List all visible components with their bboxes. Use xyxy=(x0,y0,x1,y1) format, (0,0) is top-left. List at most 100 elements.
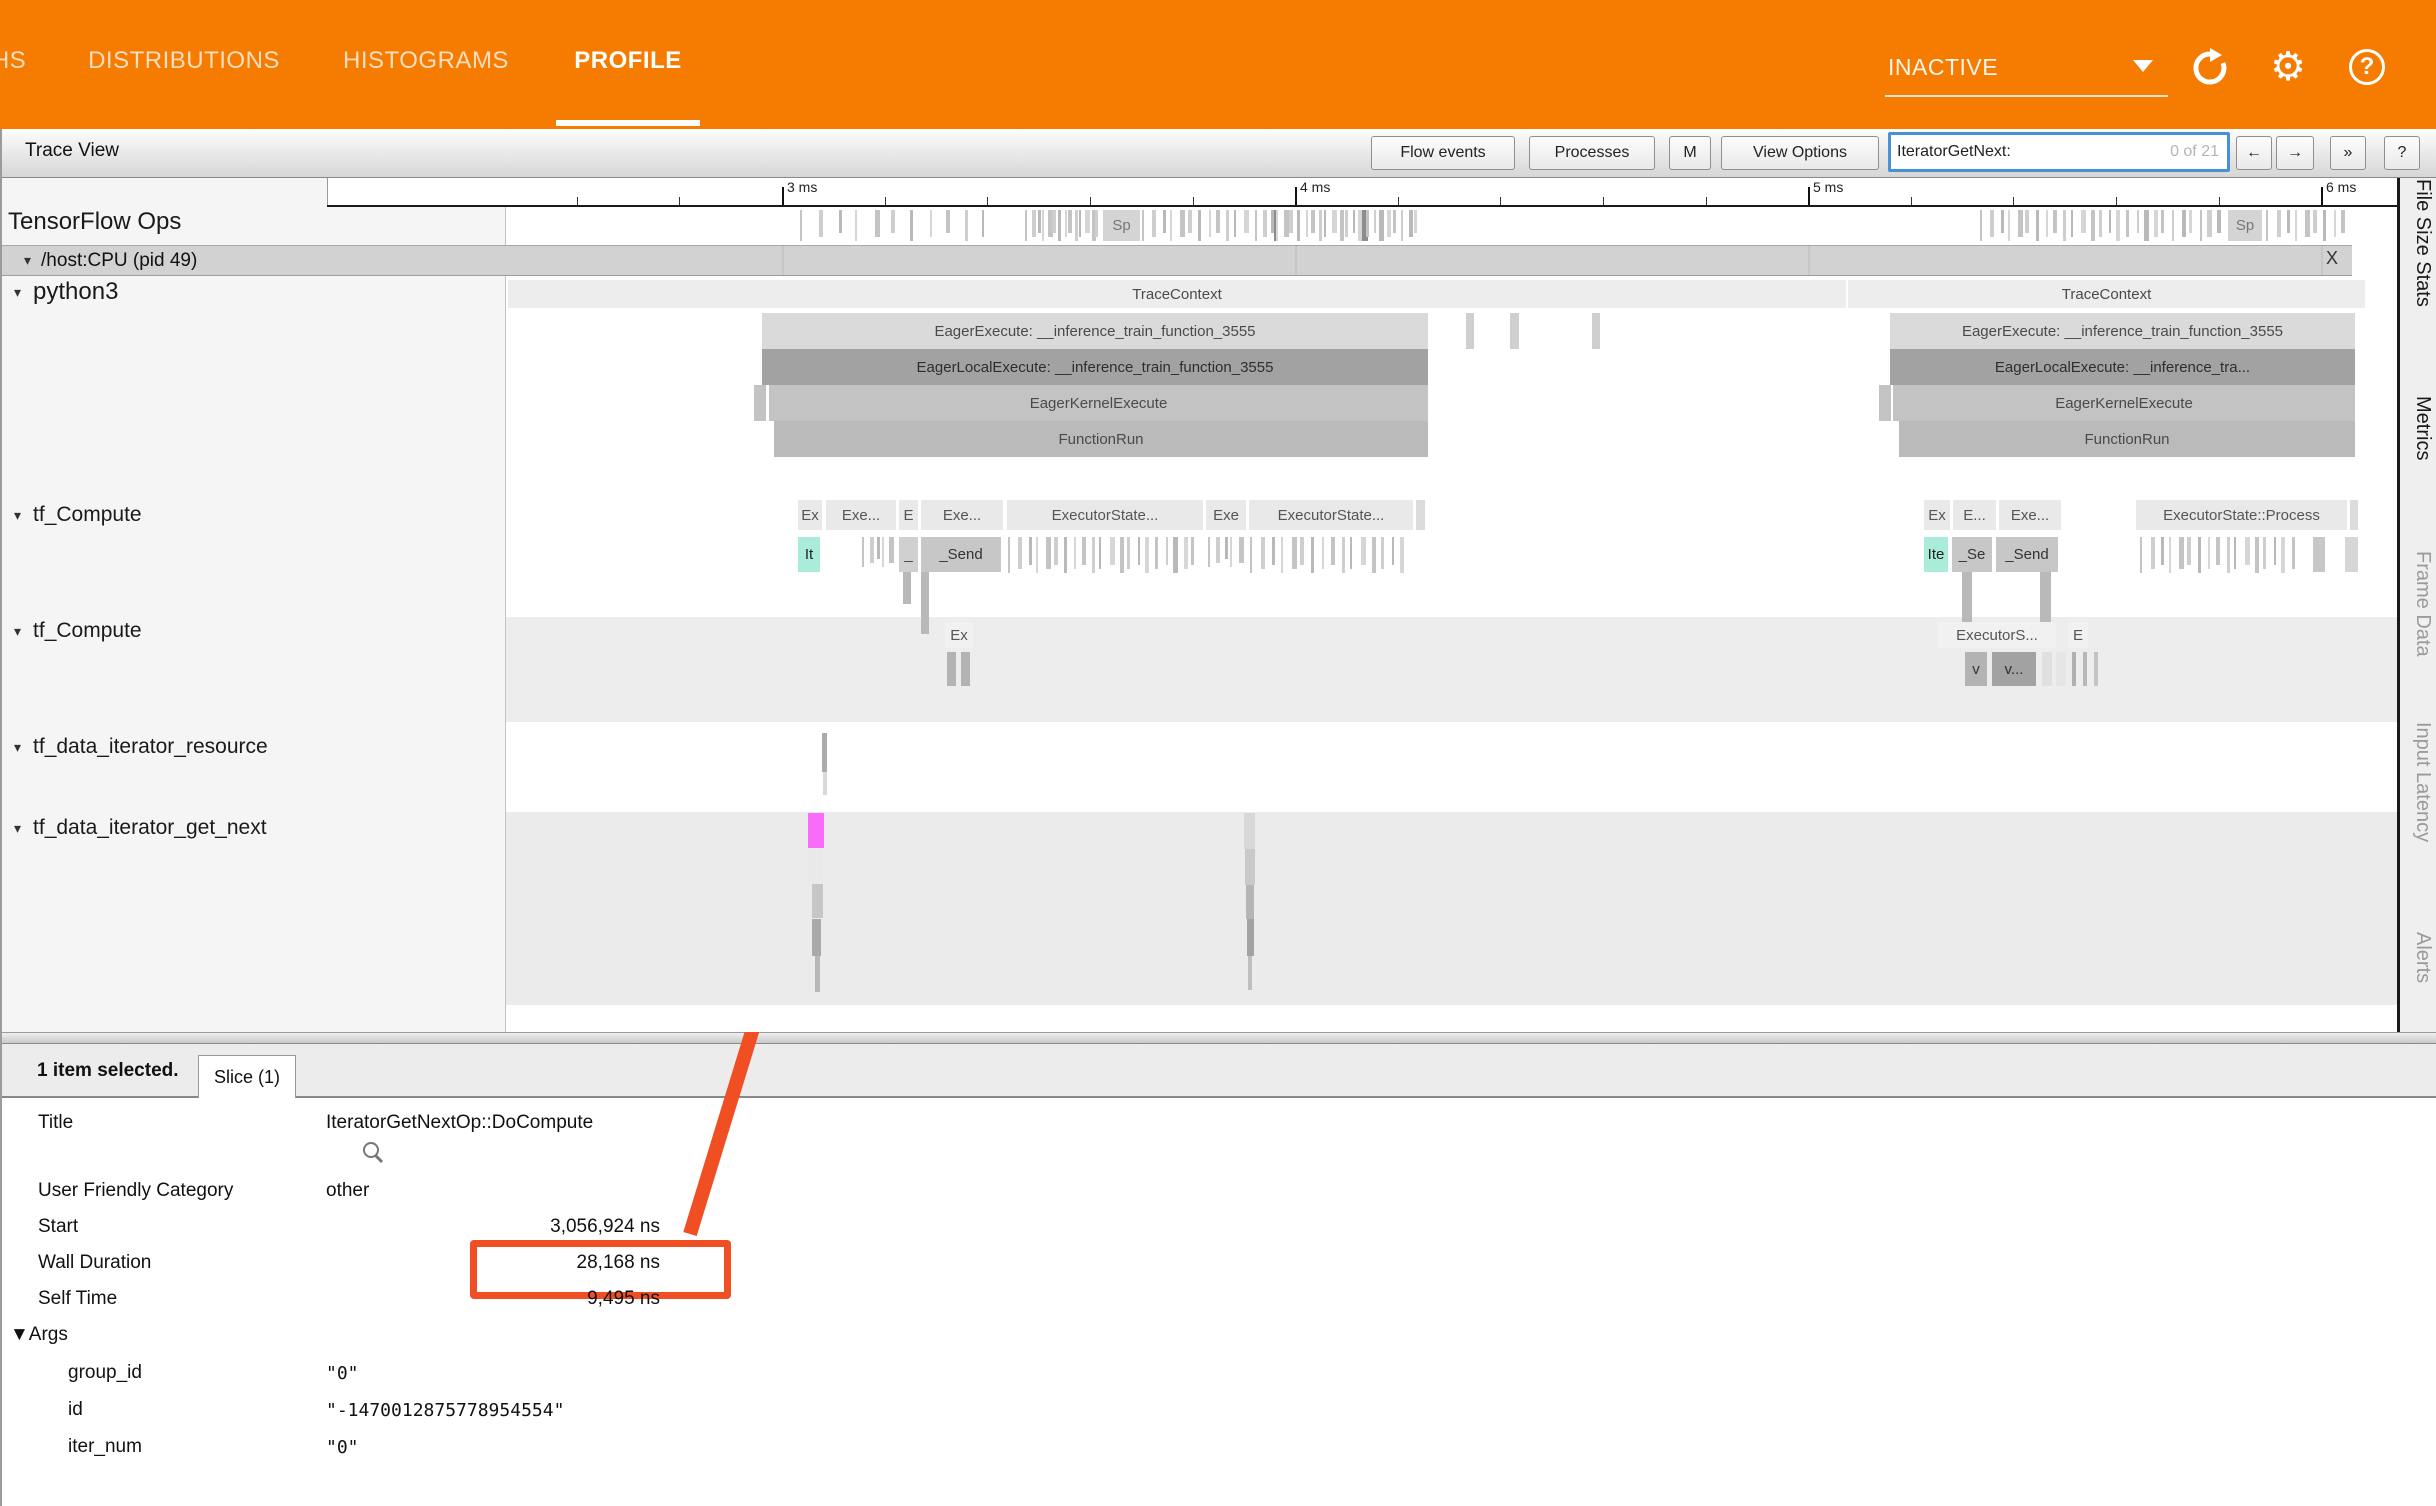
trace-slice[interactable]: v... xyxy=(1992,652,2036,686)
trace-tick-slice[interactable] xyxy=(2071,210,2073,237)
trace-slice[interactable] xyxy=(1244,813,1255,849)
trace-tick-slice[interactable] xyxy=(2018,210,2023,237)
trace-tick-slice[interactable] xyxy=(1331,537,1335,565)
trace-tick-slice[interactable] xyxy=(1085,210,1090,233)
trace-tick-slice[interactable] xyxy=(1075,210,1078,241)
trace-tick-slice[interactable] xyxy=(2207,210,2212,237)
app-tab-histograms[interactable]: HISTOGRAMS xyxy=(327,0,525,122)
trace-tick-slice[interactable] xyxy=(1414,210,1417,233)
trace-tick-slice[interactable] xyxy=(2025,210,2029,233)
trace-slice[interactable]: FunctionRun xyxy=(1899,421,2355,457)
trace-slice[interactable]: EagerLocalExecute: __inference_train_fun… xyxy=(762,349,1428,385)
trace-tick-slice[interactable] xyxy=(2234,537,2236,569)
trace-tick-slice[interactable] xyxy=(1319,210,1322,241)
trace-tick-slice[interactable] xyxy=(2144,210,2149,241)
trace-slice[interactable]: EagerKernelExecute xyxy=(1893,385,2355,421)
trace-slice[interactable] xyxy=(815,956,820,992)
trace-slice[interactable] xyxy=(1245,849,1255,885)
trace-slice[interactable]: TraceContext xyxy=(508,280,1846,308)
trace-tick-slice[interactable] xyxy=(1142,210,1144,241)
trace-tick-slice[interactable] xyxy=(2053,210,2057,233)
trace-tick-slice[interactable] xyxy=(2274,537,2276,565)
trace-tick-slice[interactable] xyxy=(1216,537,1220,563)
trace-tick-slice[interactable] xyxy=(2179,537,2184,569)
trace-tick-slice[interactable] xyxy=(1353,210,1355,233)
trace-tick-slice[interactable] xyxy=(1095,210,1098,237)
trace-slice[interactable] xyxy=(2042,652,2052,686)
chevron-down-icon[interactable] xyxy=(2133,60,2153,72)
trace-tick-slice[interactable] xyxy=(1029,537,1032,565)
trace-tick-slice[interactable] xyxy=(1184,537,1188,569)
trace-tick-slice[interactable] xyxy=(1300,537,1304,565)
trace-slice[interactable] xyxy=(921,572,929,634)
trace-slice[interactable] xyxy=(2313,537,2325,572)
trace-tick-slice[interactable] xyxy=(1038,210,1041,233)
trace-tick-slice[interactable] xyxy=(1092,537,1095,573)
trace-tick-slice[interactable] xyxy=(1198,210,1201,241)
sidebar-track-tf_Compute[interactable]: ▾tf_Compute xyxy=(14,619,142,643)
trace-slice[interactable] xyxy=(947,652,956,686)
trace-slice[interactable]: _Send xyxy=(921,537,1001,572)
sidebar-track-python3[interactable]: ▾python3 xyxy=(14,278,118,306)
trace-tick-slice[interactable] xyxy=(1393,210,1396,233)
trace-tick-slice[interactable] xyxy=(2154,210,2158,237)
trace-tick-slice[interactable] xyxy=(2334,210,2336,237)
trace-tick-slice[interactable] xyxy=(2292,537,2295,569)
sidebar-track-tf_data_iterator_get_next[interactable]: ▾tf_data_iterator_get_next xyxy=(14,816,267,840)
next-button[interactable]: → xyxy=(2276,136,2314,170)
trace-tick-slice[interactable] xyxy=(1276,210,1278,241)
trace-tick-slice[interactable] xyxy=(1230,537,1232,567)
search-input[interactable] xyxy=(1891,143,2170,161)
trace-slice[interactable] xyxy=(808,813,824,848)
trace-slice[interactable]: Sp xyxy=(2228,210,2262,241)
toolbar-button-processes[interactable]: Processes xyxy=(1529,136,1655,170)
toolbar-button-flow-events[interactable]: Flow events xyxy=(1371,136,1515,170)
trace-tick-slice[interactable] xyxy=(946,210,950,233)
trace-slice[interactable]: _ xyxy=(899,537,918,572)
sidebar-track-tf_data_iterator_resource[interactable]: ▾tf_data_iterator_resource xyxy=(14,735,268,759)
trace-tick-slice[interactable] xyxy=(1392,537,1394,565)
trace-tick-slice[interactable] xyxy=(1152,210,1156,237)
trace-tick-slice[interactable] xyxy=(2172,210,2174,241)
trace-tick-slice[interactable] xyxy=(855,210,857,241)
trace-tick-slice[interactable] xyxy=(1025,210,1027,241)
trace-tick-slice[interactable] xyxy=(1345,210,1348,237)
trace-tick-slice[interactable] xyxy=(1372,537,1376,573)
trace-tick-slice[interactable] xyxy=(2091,210,2095,241)
trace-slice[interactable] xyxy=(812,884,823,918)
trace-tick-slice[interactable] xyxy=(862,537,864,567)
trace-tick-slice[interactable] xyxy=(1358,210,1362,241)
trace-tick-slice[interactable] xyxy=(1068,210,1072,233)
trace-tick-slice[interactable] xyxy=(1058,210,1061,241)
trace-tick-slice[interactable] xyxy=(2198,537,2201,573)
trace-tick-slice[interactable] xyxy=(1250,537,1252,573)
trace-tick-slice[interactable] xyxy=(1155,537,1158,569)
trace-tick-slice[interactable] xyxy=(1042,210,1044,241)
trace-slice[interactable] xyxy=(2094,652,2098,686)
trace-tick-slice[interactable] xyxy=(1311,537,1314,573)
trace-tick-slice[interactable] xyxy=(2255,537,2259,573)
trace-tick-slice[interactable] xyxy=(930,210,932,237)
trace-tick-slice[interactable] xyxy=(1340,210,1344,241)
trace-tick-slice[interactable] xyxy=(1018,537,1022,569)
trace-tick-slice[interactable] xyxy=(2313,210,2317,233)
trace-slice[interactable]: EagerKernelExecute xyxy=(769,385,1428,421)
trace-tick-slice[interactable] xyxy=(1074,537,1076,569)
trace-tick-slice[interactable] xyxy=(1261,537,1265,569)
trace-tick-slice[interactable] xyxy=(2081,210,2086,233)
side-tab-frame-data[interactable]: Frame Data xyxy=(2404,551,2434,657)
search-box[interactable]: 0 of 21 xyxy=(1888,132,2230,172)
trace-tick-slice[interactable] xyxy=(1324,210,1326,237)
side-tab-alerts[interactable]: Alerts xyxy=(2404,932,2434,983)
prev-button[interactable]: ← xyxy=(2236,136,2272,170)
trace-tick-slice[interactable] xyxy=(2169,537,2171,573)
trace-slice[interactable] xyxy=(2072,652,2076,686)
trace-tick-slice[interactable] xyxy=(1387,210,1391,237)
trace-tick-slice[interactable] xyxy=(1401,210,1403,241)
trace-tick-slice[interactable] xyxy=(870,537,874,563)
trace-slice[interactable]: ExecutorState::Process xyxy=(2136,500,2347,530)
trace-tick-slice[interactable] xyxy=(1173,537,1178,573)
trace-tick-slice[interactable] xyxy=(1366,210,1369,237)
trace-slice[interactable] xyxy=(1879,385,1891,421)
trace-tick-slice[interactable] xyxy=(800,210,802,241)
